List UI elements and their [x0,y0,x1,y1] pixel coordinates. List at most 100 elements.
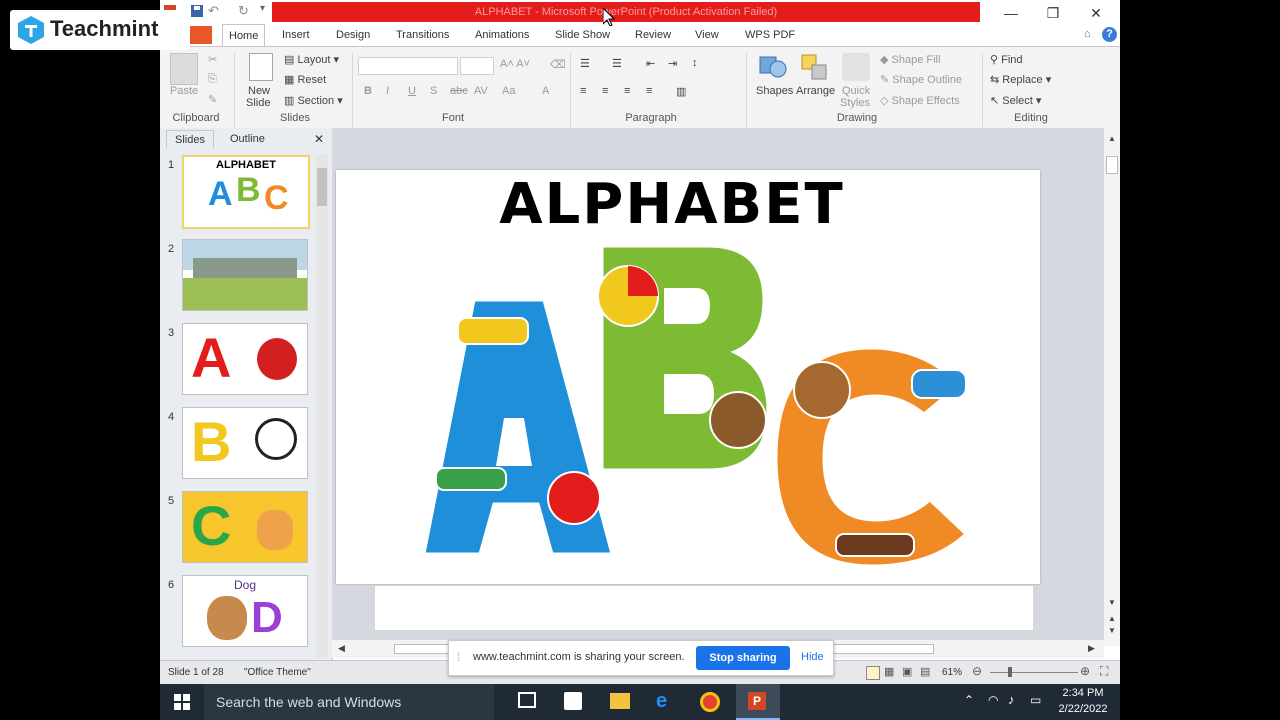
numbering-icon[interactable]: ☰ [612,57,622,70]
slide-sorter-icon[interactable]: ▦ [884,665,894,678]
new-slide-label-2[interactable]: Slide [246,97,270,109]
paste-button[interactable]: Paste [170,85,198,97]
slide-thumbnail-3[interactable]: A [182,323,308,395]
store-icon[interactable] [564,692,582,710]
next-slide-icon[interactable]: ▼ [1108,626,1116,635]
arrange-button[interactable]: Arrange [796,85,835,97]
normal-view-icon[interactable] [866,666,880,680]
bullets-icon[interactable]: ☰ [580,57,590,70]
clear-formatting-icon[interactable]: ⌫ [550,58,566,71]
tab-insert[interactable]: Insert [276,24,316,46]
previous-slide-icon[interactable]: ▲ [1108,614,1116,623]
tab-outline[interactable]: Outline [222,130,273,148]
stop-sharing-button[interactable]: Stop sharing [696,646,790,670]
scroll-up-icon[interactable]: ▲ [1108,134,1116,143]
taskbar-date[interactable]: 2/22/2022 [1054,703,1112,715]
tab-wps-pdf[interactable]: WPS PDF [739,24,801,46]
restore-button[interactable]: ❐ [1038,4,1068,22]
slide-thumbnail-5[interactable]: C [182,491,308,563]
zoom-level[interactable]: 61% [942,667,962,678]
shape-fill-button[interactable]: ◆ Shape Fill [880,53,940,66]
replace-button[interactable]: ⇆ Replace ▾ [990,73,1051,86]
letter-b-image[interactable] [597,244,770,472]
quick-access-dropdown-icon[interactable]: ▾ [260,3,265,14]
section-button[interactable]: ▥ Section ▾ [284,94,343,107]
tab-transitions[interactable]: Transitions [390,24,455,46]
slide-title[interactable]: ALPHABET [336,172,1008,237]
undo-icon[interactable]: ↶ [208,3,219,19]
slide-canvas[interactable]: ALPHABET [336,170,1040,584]
minimize-button[interactable]: — [996,4,1026,22]
tab-slides[interactable]: Slides [166,130,214,149]
quick-styles-label-2[interactable]: Styles [840,97,870,109]
redo-icon[interactable]: ↻ [238,3,249,19]
hide-button[interactable]: Hide [801,651,824,663]
tab-animations[interactable]: Animations [469,24,535,46]
slide-thumbnail-6[interactable]: Dog D [182,575,308,647]
increase-indent-icon[interactable]: ⇥ [668,57,677,70]
new-slide-label[interactable]: New [248,85,270,97]
taskbar-time[interactable]: 2:34 PM [1056,687,1110,699]
character-spacing-icon[interactable]: AV [474,85,488,97]
show-hidden-icons[interactable]: ⌃ [964,693,974,707]
columns-icon[interactable]: ▥ [676,85,686,98]
help-icon[interactable]: ? [1102,27,1117,42]
grow-font-icon[interactable]: A˄ A˅ [500,58,530,70]
letter-a-image[interactable] [422,298,614,564]
quick-styles-label[interactable]: Quick [842,85,870,97]
file-explorer-icon[interactable] [610,693,630,709]
scroll-down-icon[interactable]: ▼ [1108,598,1116,607]
slide-thumbnail-1[interactable]: ALPHABET A B C [182,155,310,229]
tab-slide-show[interactable]: Slide Show [549,24,616,46]
fit-to-window-icon[interactable]: ⛶ [1100,664,1108,679]
minimize-ribbon-icon[interactable]: ⌂ [1084,28,1091,40]
align-left-icon[interactable]: ≡ [580,85,586,97]
align-right-icon[interactable]: ≡ [624,85,630,97]
scroll-thumb[interactable] [1106,156,1118,174]
panel-scrollbar[interactable] [316,154,328,658]
font-color-icon[interactable]: A [542,85,549,97]
editor-vertical-scrollbar[interactable]: ▲ ▼ ▲ ▼ [1104,128,1120,646]
notifications-icon[interactable]: ▭ [1030,693,1041,707]
volume-icon[interactable]: ♪ [1008,692,1015,707]
shapes-button[interactable]: Shapes [756,85,793,97]
zoom-slider[interactable] [990,672,1078,673]
drag-handle-icon[interactable]: ⁞ [457,650,460,664]
shape-effects-button[interactable]: ◇ Shape Effects [880,94,960,107]
scroll-left-icon[interactable]: ◀ [338,643,345,654]
shadow-button[interactable]: S [430,85,437,97]
chrome-icon[interactable] [700,692,720,712]
slide-show-icon[interactable]: ▤ [920,665,930,678]
copy-icon[interactable]: ⎘ [208,73,217,86]
wifi-icon[interactable]: ◠ [988,693,998,707]
powerpoint-taskbar-button[interactable]: P [736,684,780,720]
cut-icon[interactable]: ✂ [208,53,217,66]
font-size-select[interactable] [460,57,494,75]
close-button[interactable]: ✕ [1081,4,1111,22]
change-case-icon[interactable]: Aa [502,85,515,97]
zoom-out-icon[interactable]: ⊖ [972,664,982,678]
line-spacing-icon[interactable]: ↕ [692,57,698,69]
slide-thumbnail-4[interactable]: B [182,407,308,479]
shape-outline-button[interactable]: ✎ Shape Outline [880,73,962,86]
select-button[interactable]: ↖ Select ▾ [990,94,1041,107]
tab-view[interactable]: View [689,24,725,46]
scroll-right-icon[interactable]: ▶ [1088,643,1095,654]
underline-button[interactable]: U [408,85,416,97]
zoom-in-icon[interactable]: ⊕ [1080,664,1090,678]
task-view-icon[interactable] [518,692,536,708]
italic-button[interactable]: I [386,85,389,97]
strikethrough-icon[interactable]: abc [450,85,468,97]
close-panel-icon[interactable]: ✕ [314,132,324,146]
save-icon[interactable] [190,4,204,18]
panel-scroll-thumb[interactable] [317,168,327,206]
slide-thumbnail-2[interactable] [182,239,308,311]
find-button[interactable]: ⚲ Find [990,53,1023,66]
justify-icon[interactable]: ≡ [646,85,652,97]
format-painter-icon[interactable]: ✎ [208,93,217,106]
windows-start-icon[interactable] [174,694,190,710]
file-tab[interactable] [190,26,212,44]
edge-icon[interactable]: e [656,690,667,713]
align-center-icon[interactable]: ≡ [602,85,608,97]
reading-view-icon[interactable]: ▣ [902,665,912,678]
